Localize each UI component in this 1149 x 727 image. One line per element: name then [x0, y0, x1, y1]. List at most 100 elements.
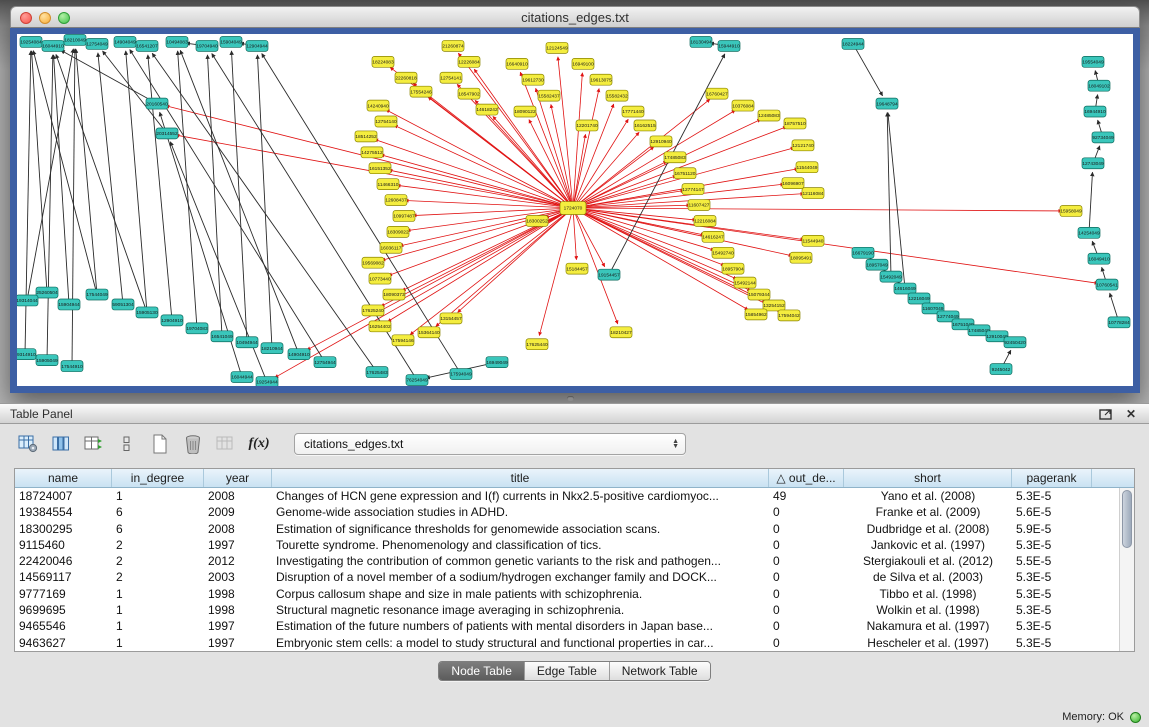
- table-row[interactable]: 1872400712008Changes of HCN gene express…: [15, 488, 1119, 504]
- graph-node[interactable]: 16096907: [782, 178, 804, 189]
- table-cell[interactable]: Jankovic et al. (1997): [844, 537, 1012, 553]
- graph-node[interactable]: 18210944: [261, 343, 283, 354]
- graph-edge[interactable]: [47, 55, 53, 360]
- graph-edge[interactable]: [207, 55, 222, 336]
- graph-node[interactable]: 12910940: [650, 136, 672, 147]
- table-cell[interactable]: 0: [769, 635, 844, 651]
- graph-node[interactable]: 18095491: [790, 252, 812, 263]
- table-cell[interactable]: 1998: [204, 586, 272, 602]
- graph-node[interactable]: 20314552: [156, 128, 178, 139]
- graph-node[interactable]: 15492144: [734, 277, 756, 288]
- graph-edge[interactable]: [103, 51, 167, 133]
- graph-node[interactable]: 16254402: [369, 321, 391, 332]
- table-cell[interactable]: 1: [112, 618, 204, 634]
- table-row[interactable]: 969969511998Structural magnetic resonanc…: [15, 602, 1119, 618]
- graph-node[interactable]: 18957904: [722, 263, 744, 274]
- column-header-in_degree[interactable]: in_degree: [112, 469, 204, 487]
- graph-edge[interactable]: [33, 51, 97, 295]
- graph-edge[interactable]: [558, 57, 573, 208]
- graph-node[interactable]: 12216084: [694, 215, 716, 226]
- table-cell[interactable]: 0: [769, 553, 844, 569]
- graph-node[interactable]: 17485083: [664, 152, 686, 163]
- graph-node[interactable]: 17625483: [366, 367, 388, 378]
- graph-node[interactable]: 16151352: [369, 163, 391, 174]
- function-builder-icon[interactable]: f(x): [247, 433, 271, 455]
- graph-node[interactable]: 92450420: [1004, 337, 1026, 348]
- graph-edge[interactable]: [573, 208, 748, 310]
- close-window-button[interactable]: [20, 12, 32, 24]
- graph-node[interactable]: 13154457: [440, 313, 462, 324]
- graph-node[interactable]: 15492049: [880, 271, 902, 282]
- graph-node[interactable]: 18309022: [387, 226, 409, 237]
- table-cell[interactable]: Yano et al. (2008): [844, 488, 1012, 504]
- table-cell[interactable]: 5.3E-5: [1012, 537, 1092, 553]
- table-cell[interactable]: Corpus callosum shape and size in male p…: [272, 586, 769, 602]
- table-cell[interactable]: 0: [769, 618, 844, 634]
- table-cell[interactable]: Estimation of the future numbers of pati…: [272, 618, 769, 634]
- graph-node[interactable]: 11466310: [377, 179, 399, 190]
- show-columns-icon[interactable]: [49, 433, 73, 455]
- column-header-year[interactable]: year: [204, 469, 272, 487]
- table-cell[interactable]: 5.3E-5: [1012, 488, 1092, 504]
- table-cell[interactable]: 0: [769, 521, 844, 537]
- graph-edge[interactable]: [32, 51, 47, 293]
- graph-node[interactable]: 12774147: [682, 184, 704, 195]
- graph-node[interactable]: 17544910: [61, 361, 83, 372]
- float-panel-icon[interactable]: [1097, 407, 1113, 421]
- graph-node[interactable]: 17544049: [86, 289, 108, 300]
- tab-node-table[interactable]: Node Table: [439, 662, 524, 680]
- graph-node[interactable]: 19554049: [1082, 56, 1104, 67]
- new-column-icon[interactable]: [148, 433, 172, 455]
- graph-node[interactable]: 11544940: [802, 235, 824, 246]
- graph-edge[interactable]: [257, 55, 272, 348]
- table-cell[interactable]: Embryonic stem cells: a model to study s…: [272, 635, 769, 651]
- graph-node[interactable]: 25260504: [36, 287, 58, 298]
- graph-node[interactable]: 19704940: [196, 40, 218, 51]
- table-cell[interactable]: 19384554: [15, 504, 112, 520]
- table-row[interactable]: 1938455462009Genome-wide association stu…: [15, 504, 1119, 520]
- graph-node[interactable]: 10773440: [369, 273, 391, 284]
- graph-node[interactable]: 21260874: [442, 40, 464, 51]
- graph-node[interactable]: 15079344: [748, 289, 770, 300]
- graph-edge[interactable]: [573, 208, 1098, 283]
- graph-node[interactable]: 17594146: [392, 335, 414, 346]
- graph-node[interactable]: 15905049: [36, 355, 58, 366]
- graph-node[interactable]: 19314910: [17, 349, 36, 360]
- graph-node[interactable]: 10494944: [236, 337, 258, 348]
- table-cell[interactable]: Tibbo et al. (1998): [844, 586, 1012, 602]
- row-height-icon[interactable]: [115, 433, 139, 455]
- table-cell[interactable]: 0: [769, 537, 844, 553]
- graph-node[interactable]: 17594042: [778, 310, 800, 321]
- graph-node[interactable]: 12216049: [908, 293, 930, 304]
- graph-node[interactable]: 16162515: [634, 120, 656, 131]
- table-cell[interactable]: 18300295: [15, 521, 112, 537]
- table-cell[interactable]: 1: [112, 488, 204, 504]
- graph-node[interactable]: 10760541: [1096, 279, 1118, 290]
- panel-resize-handle[interactable]: [567, 396, 574, 401]
- graph-edge[interactable]: [853, 44, 883, 96]
- table-cell[interactable]: 9699695: [15, 602, 112, 618]
- table-cell[interactable]: Wolkin et al. (1998): [844, 602, 1012, 618]
- graph-node[interactable]: 10376084: [732, 100, 754, 111]
- table-cell[interactable]: Franke et al. (2009): [844, 504, 1012, 520]
- graph-node[interactable]: 14904049: [114, 36, 136, 47]
- graph-node[interactable]: 15364140: [418, 327, 440, 338]
- graph-edge[interactable]: [1089, 172, 1092, 233]
- graph-edge[interactable]: [126, 51, 147, 313]
- graph-node[interactable]: 16679190: [852, 247, 874, 258]
- zoom-window-button[interactable]: [58, 12, 70, 24]
- graph-node[interactable]: 14616049: [894, 283, 916, 294]
- table-row[interactable]: 946362711997Embryonic stem cells: a mode…: [15, 635, 1119, 651]
- graph-node[interactable]: 15492740: [712, 247, 734, 258]
- table-cell[interactable]: 0: [769, 504, 844, 520]
- table-cell[interactable]: 0: [769, 602, 844, 618]
- table-cell[interactable]: 9465546: [15, 618, 112, 634]
- table-row[interactable]: 2242004622012Investigating the contribut…: [15, 553, 1119, 569]
- table-cell[interactable]: 2: [112, 537, 204, 553]
- graph-node[interactable]: 92734049: [1092, 132, 1114, 143]
- graph-node[interactable]: 14240940: [367, 100, 389, 111]
- graph-node[interactable]: 12121740: [792, 140, 814, 151]
- graph-node[interactable]: 59051304: [112, 299, 134, 310]
- table-cell[interactable]: 9463627: [15, 635, 112, 651]
- table-cell[interactable]: 2008: [204, 488, 272, 504]
